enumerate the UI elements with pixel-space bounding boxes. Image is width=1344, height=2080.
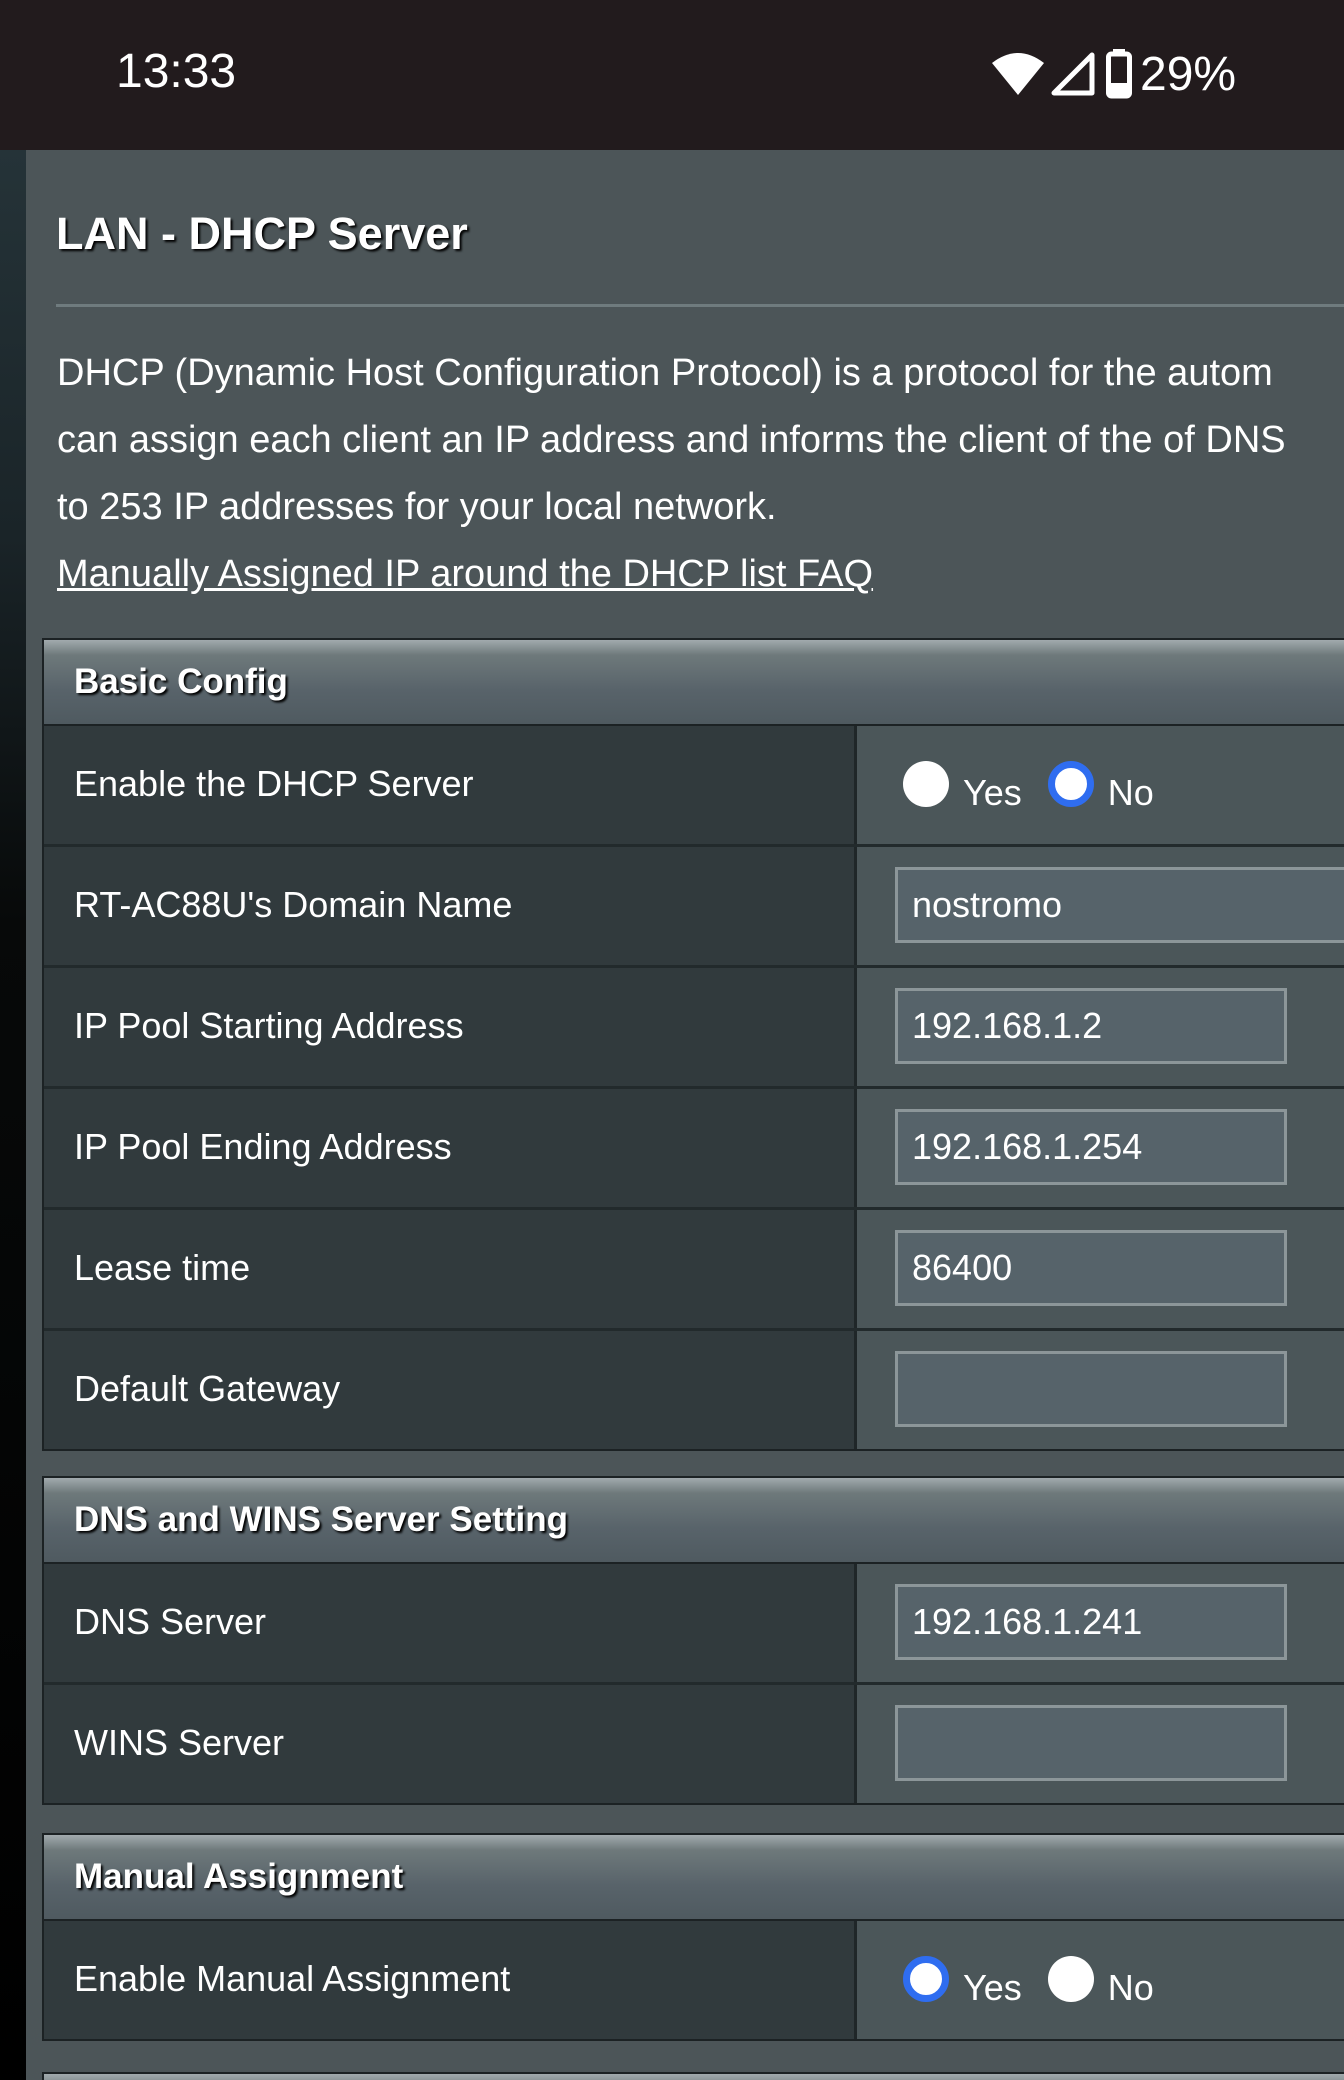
- manual-assignment-section: Manual Assignment Enable Manual Assignme…: [42, 1833, 1344, 2041]
- row-default-gateway: Default Gateway: [44, 1331, 1344, 1449]
- default-gateway-input[interactable]: [895, 1351, 1287, 1427]
- status-bar: 13:33 29%: [0, 0, 1344, 150]
- section-title: Manual Assignment: [74, 1857, 404, 1896]
- row-pool-end: IP Pool Ending Address 192.168.1.254: [44, 1089, 1344, 1210]
- radio-label: No: [1107, 1967, 1154, 2008]
- field-label: IP Pool Ending Address: [74, 1126, 452, 1167]
- page-description: DHCP (Dynamic Host Configuration Protoco…: [57, 340, 1344, 608]
- field-label: RT-AC88U's Domain Name: [74, 884, 513, 925]
- cell-signal-icon: [1050, 51, 1096, 97]
- section-title: Basic Config: [74, 662, 288, 701]
- enable-manual-yes-radio[interactable]: [903, 1956, 949, 2002]
- row-dns-server: DNS Server 192.168.1.241: [44, 1564, 1344, 1685]
- battery-icon: [1106, 49, 1132, 99]
- title-divider: [56, 304, 1344, 307]
- field-label: Enable Manual Assignment: [74, 1958, 511, 1999]
- description-line: to 253 IP addresses for your local netwo…: [57, 486, 777, 528]
- left-edge-strip: [0, 150, 26, 2080]
- row-domain-name: RT-AC88U's Domain Name nostromo: [44, 847, 1344, 968]
- wins-server-input[interactable]: [895, 1705, 1287, 1781]
- enable-manual-radio-group: Yes No: [903, 1949, 1180, 2009]
- lease-time-input[interactable]: 86400: [895, 1230, 1287, 1306]
- enable-dhcp-yes-radio[interactable]: [903, 761, 949, 807]
- battery-percent: 29%: [1140, 47, 1237, 101]
- section-header: Basic Config: [44, 640, 1344, 726]
- pool-start-input[interactable]: 192.168.1.2: [895, 988, 1287, 1064]
- row-lease-time: Lease time 86400: [44, 1210, 1344, 1331]
- field-label: Default Gateway: [74, 1368, 341, 1409]
- field-label: Enable the DHCP Server: [74, 763, 474, 804]
- dns-server-input[interactable]: 192.168.1.241: [895, 1584, 1287, 1660]
- section-header: DNS and WINS Server Setting: [44, 1478, 1344, 1564]
- enable-dhcp-radio-group: Yes No: [903, 754, 1180, 814]
- domain-name-input[interactable]: nostromo: [895, 867, 1344, 943]
- row-enable-dhcp: Enable the DHCP Server Yes No: [44, 726, 1344, 847]
- enable-dhcp-no-radio[interactable]: [1047, 761, 1094, 807]
- field-label: WINS Server: [74, 1722, 285, 1763]
- wifi-icon: [990, 51, 1046, 97]
- field-label: Lease time: [74, 1247, 251, 1288]
- row-pool-start: IP Pool Starting Address 192.168.1.2: [44, 968, 1344, 1089]
- field-label: DNS Server: [74, 1601, 267, 1642]
- status-icons: 29%: [990, 46, 1236, 102]
- dhcp-page: LAN - DHCP Server DHCP (Dynamic Host Con…: [26, 150, 1344, 2080]
- description-line: DHCP (Dynamic Host Configuration Protoco…: [57, 352, 1273, 394]
- status-time: 13:33: [116, 45, 237, 98]
- row-wins-server: WINS Server: [44, 1685, 1344, 1803]
- radio-label: Yes: [963, 772, 1022, 813]
- faq-link[interactable]: Manually Assigned IP around the DHCP lis…: [57, 553, 873, 595]
- enable-manual-no-radio[interactable]: [1047, 1956, 1094, 2002]
- pool-end-input[interactable]: 192.168.1.254: [895, 1109, 1287, 1185]
- section-header: Manual Assignment: [44, 1835, 1344, 1921]
- basic-config-section: Basic Config Enable the DHCP Server Yes …: [42, 638, 1344, 1451]
- dns-wins-section: DNS and WINS Server Setting DNS Server 1…: [42, 1476, 1344, 1805]
- page-title: LAN - DHCP Server: [56, 208, 468, 259]
- field-label: IP Pool Starting Address: [74, 1005, 464, 1046]
- section-title: DNS and WINS Server Setting: [74, 1500, 568, 1539]
- row-enable-manual: Enable Manual Assignment Yes No: [44, 1921, 1344, 2039]
- radio-label: No: [1107, 772, 1154, 813]
- next-section: [42, 2072, 1344, 2080]
- radio-label: Yes: [963, 1967, 1022, 2008]
- description-line: can assign each client an IP address and…: [57, 419, 1286, 461]
